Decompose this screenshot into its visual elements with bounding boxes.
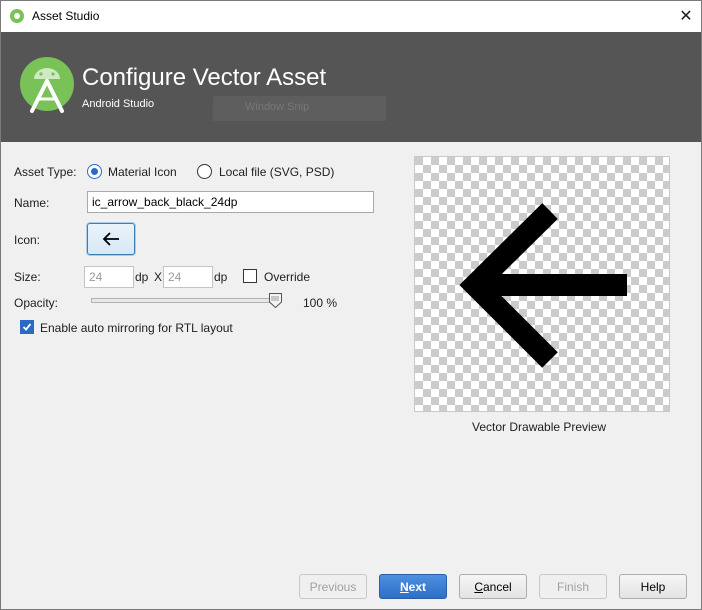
local-file-radio[interactable] bbox=[197, 164, 212, 179]
width-input[interactable]: 24 bbox=[84, 266, 134, 288]
width-unit: dp bbox=[135, 270, 149, 284]
page-title: Configure Vector Asset bbox=[82, 64, 327, 91]
size-separator: X bbox=[154, 270, 163, 284]
opacity-slider-track[interactable] bbox=[91, 298, 279, 303]
preview-caption: Vector Drawable Preview bbox=[472, 420, 607, 434]
previous-button-label: Previous bbox=[309, 579, 357, 594]
window-title: Asset Studio bbox=[32, 9, 100, 23]
auto-mirroring-checkbox[interactable] bbox=[20, 320, 34, 334]
override-checkbox[interactable] bbox=[243, 269, 257, 283]
auto-mirroring-label[interactable]: Enable auto mirroring for RTL layout bbox=[40, 321, 233, 335]
cancel-button[interactable]: Cancel bbox=[459, 574, 527, 599]
android-studio-icon bbox=[10, 9, 24, 23]
local-file-radio-label[interactable]: Local file (SVG, PSD) bbox=[219, 165, 334, 179]
close-icon[interactable]: ✕ bbox=[671, 1, 701, 31]
opacity-label: Opacity: bbox=[14, 296, 59, 310]
checkmark-icon bbox=[22, 323, 32, 331]
icon-picker-button[interactable] bbox=[87, 223, 135, 255]
asset-studio-window: Asset Studio ✕ Configure Vector Asset An… bbox=[0, 0, 702, 610]
name-input[interactable]: ic_arrow_back_black_24dp bbox=[87, 191, 374, 213]
help-button-label: Help bbox=[640, 579, 666, 594]
height-input[interactable]: 24 bbox=[163, 266, 213, 288]
header-banner: Configure Vector Asset Android Studio Wi… bbox=[1, 32, 701, 142]
height-unit: dp bbox=[214, 270, 228, 284]
material-icon-radio-label[interactable]: Material Icon bbox=[108, 165, 177, 179]
android-studio-logo bbox=[20, 57, 74, 113]
help-button[interactable]: Help bbox=[619, 574, 687, 599]
icon-label: Icon: bbox=[14, 233, 41, 247]
vector-drawable-preview bbox=[414, 156, 670, 412]
preview-canvas bbox=[415, 157, 669, 411]
cancel-button-label: ancel bbox=[482, 579, 512, 594]
next-button-label: ext bbox=[408, 579, 426, 594]
opacity-value: 100 % bbox=[303, 296, 338, 310]
page-subtitle: Android Studio bbox=[82, 98, 155, 110]
title-bar: Asset Studio ✕ bbox=[1, 1, 701, 32]
previous-button[interactable]: Previous bbox=[299, 574, 367, 599]
asset-type-label: Asset Type: bbox=[14, 165, 77, 179]
cancel-button-mnemonic: C bbox=[474, 579, 483, 594]
override-label[interactable]: Override bbox=[264, 270, 310, 284]
size-label: Size: bbox=[14, 270, 41, 284]
window-snip-overlay: Window Snip bbox=[213, 96, 386, 121]
opacity-slider-thumb[interactable] bbox=[269, 293, 282, 308]
name-label: Name: bbox=[14, 196, 50, 210]
arrow-back-icon bbox=[102, 232, 119, 246]
material-icon-radio[interactable] bbox=[87, 164, 102, 179]
finish-button[interactable]: Finish bbox=[539, 574, 607, 599]
next-button-mnemonic: N bbox=[399, 579, 409, 594]
finish-button-label: Finish bbox=[556, 579, 589, 594]
next-button[interactable]: Next bbox=[379, 574, 447, 599]
